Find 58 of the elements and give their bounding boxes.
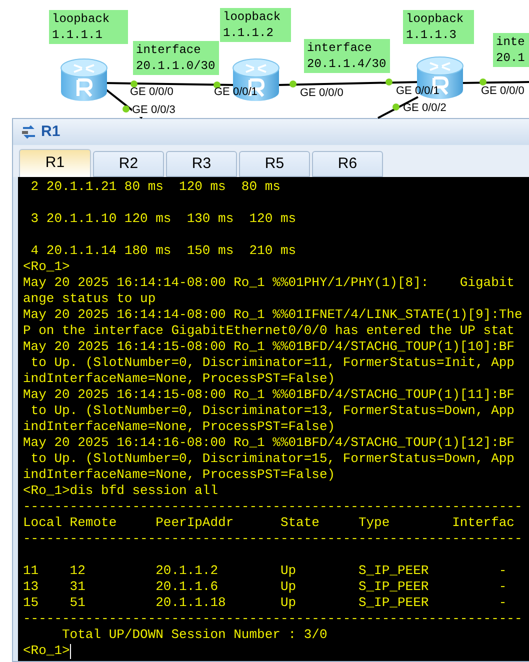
terminal-line: ----------------------------------------------------------------	[23, 499, 522, 515]
port-label: GE 0/0/0	[481, 85, 524, 98]
port-label: GE 0/0/1	[214, 86, 258, 99]
terminal-line: Total UP/DOWN Session Number : 3/0	[61, 627, 328, 643]
terminal-line: <Ro_1>dis bfd session all	[23, 483, 218, 499]
network-label: interface 20.1.1.4/30	[304, 39, 390, 73]
network-label: loopback 1.1.1.2	[220, 8, 291, 42]
port-label: GE 0/0/0	[300, 87, 344, 100]
link-line	[461, 81, 529, 84]
terminal-line: ----------------------------------------------------------------	[23, 531, 522, 547]
console-icon	[21, 125, 37, 139]
terminal-tab[interactable]: R1	[19, 149, 91, 177]
terminal-line: to Up. (SlotNumber=0, Discriminator=11, FormerStatus=Init, App	[30, 355, 514, 371]
network-label: loopback 1.1.1.3	[403, 10, 474, 44]
terminal-line: 11 12 20.1.1.2 Up S_IP_PEER -	[23, 563, 507, 579]
terminal-line: 2 20.1.1.21 80 ms 120 ms 80 ms	[30, 179, 280, 195]
port-dot-icon	[213, 81, 221, 89]
port-dot-icon	[385, 78, 393, 86]
port-dot-icon	[122, 105, 130, 113]
terminal-line: indInterfaceName=None, ProcessPST=False)	[23, 371, 336, 387]
port-dot-icon	[289, 80, 297, 88]
terminal-tab[interactable]: R5	[239, 151, 310, 177]
port-dot-icon	[479, 78, 487, 86]
router-icon[interactable]	[416, 56, 464, 100]
terminal-line: 13 31 20.1.1.6 Up S_IP_PEER -	[23, 579, 507, 595]
terminal-line: ange status to up	[23, 291, 156, 307]
window-title: R1	[41, 122, 60, 142]
port-label: GE 0/0/0	[130, 86, 174, 99]
terminal-line: May 20 2025 16:14:14-08:00 Ro_1 %%01IFNET/4/LINK_STATE(1)[9]:The	[23, 307, 522, 323]
terminal-line: 3 20.1.1.10 120 ms 130 ms 120 ms	[30, 211, 296, 227]
terminal-line: <Ro_1>	[23, 259, 70, 275]
terminal-tab[interactable]: R6	[312, 151, 383, 177]
network-label: loopback 1.1.1.1	[49, 10, 128, 44]
terminal-line: 15 51 20.1.1.18 Up S_IP_PEER -	[23, 595, 507, 611]
terminal-line: ----------------------------------------------------------------	[23, 611, 522, 627]
terminal-line: indInterfaceName=None, ProcessPST=False)	[23, 419, 336, 435]
terminal-line: May 20 2025 16:14:15-08:00 Ro_1 %%01BFD/4/STACHG_TOUP(1)[11]:BF	[23, 387, 514, 403]
port-label: GE 0/0/2	[403, 102, 446, 115]
terminal-line: Local Remote PeerIpAddr State Type Interfac	[23, 515, 514, 531]
link-line	[377, 96, 419, 119]
terminal-line: May 20 2025 16:14:14-08:00 Ro_1 %%01PHY/1/PHY(1)[8]: Gigabit	[23, 275, 514, 291]
terminal-line: indInterfaceName=None, ProcessPST=False)	[23, 467, 336, 483]
port-dot-icon	[130, 80, 138, 88]
terminal-line: to Up. (SlotNumber=0, Discriminator=13, FormerStatus=Down, App	[30, 403, 514, 419]
port-dot-icon	[392, 103, 400, 111]
router-icon[interactable]	[232, 58, 280, 102]
terminal-line: <Ro_1>	[23, 643, 70, 659]
terminal-tab[interactable]: R2	[93, 151, 164, 177]
terminal-tab[interactable]: R3	[166, 151, 237, 177]
terminal-line: P on the interface GigabitEthernet0/0/0 has entered the UP stat	[23, 323, 514, 339]
terminal-line: 4 20.1.1.14 180 ms 150 ms 210 ms	[30, 243, 296, 259]
network-label: interface 20.1.1.0/30	[133, 41, 219, 75]
terminal-line: May 20 2025 16:14:16-08:00 Ro_1 %%01BFD/4/STACHG_TOUP(1)[12]:BF	[23, 435, 514, 451]
port-label: GE 0/0/1	[396, 85, 440, 98]
terminal-line: to Up. (SlotNumber=0, Discriminator=15, FormerStatus=Down, App	[30, 451, 514, 467]
port-label: GE 0/0/3	[132, 104, 176, 117]
terminal-line: May 20 2025 16:14:15-08:00 Ro_1 %%01BFD/4/STACHG_TOUP(1)[10]:BF	[23, 339, 514, 355]
network-label: inte 20.1	[493, 33, 529, 67]
